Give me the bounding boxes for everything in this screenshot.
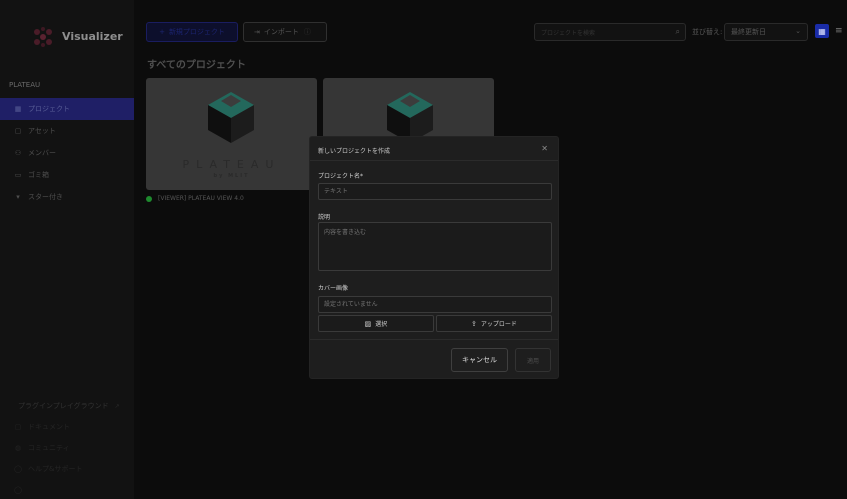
document-icon: ▢: [14, 422, 22, 431]
description-label: 説明: [318, 214, 331, 221]
logo-icon: [34, 27, 52, 47]
plus-icon: +: [159, 28, 165, 36]
sidebar-item-label: アセット: [28, 127, 56, 135]
sort-value: 最終更新日: [731, 28, 766, 36]
sidebar-item-assets[interactable]: ▢ アセット: [0, 120, 134, 142]
sidebar-nav: ▦ プロジェクト ▢ アセット ⚇ メンバー ▭ ゴミ箱 ▾ スター付き: [0, 98, 134, 208]
plugin-playground-label: プラグインプレイグラウンド: [18, 402, 109, 410]
sidebar-item-help[interactable]: ◯ ヘルプ&サポート: [0, 458, 134, 479]
file-icon: ▢: [14, 127, 22, 135]
sidebar-item-projects[interactable]: ▦ プロジェクト: [0, 98, 134, 120]
upload-icon: ⇪: [471, 319, 477, 328]
sidebar-item-label: ドキュメント: [28, 422, 70, 431]
dialog-divider: [310, 339, 558, 340]
community-icon: ◍: [14, 443, 22, 452]
sidebar: Visualizer PLATEAU ▦ プロジェクト ▢ アセット ⚇ メンバ…: [0, 0, 134, 499]
select-label: 選択: [375, 321, 388, 328]
sort-label: 並び替え:: [692, 28, 723, 36]
grid-icon: ▦: [14, 105, 22, 113]
chevron-down-icon: ▾: [16, 193, 20, 201]
plugin-playground-link[interactable]: プラグインプレイグラウンド ↗: [0, 396, 134, 416]
required-mark: *: [360, 173, 364, 180]
list-icon: ≡: [835, 26, 843, 36]
search-input[interactable]: プロジェクトを検索 ⌕: [534, 23, 686, 41]
plateau-logo-icon: [208, 92, 254, 143]
import-button[interactable]: ⇥ インポート ⓘ: [243, 22, 327, 42]
list-view-toggle[interactable]: ≡: [835, 24, 847, 38]
sidebar-item-label: プロジェクト: [28, 105, 70, 113]
sidebar-item-documents[interactable]: ▢ ドキュメント: [0, 416, 134, 437]
new-project-label: 新規プロジェクト: [168, 28, 225, 36]
dialog-title: 新しいプロジェクトを作成: [318, 148, 391, 155]
app-root: Visualizer PLATEAU ▦ プロジェクト ▢ アセット ⚇ メンバ…: [0, 0, 847, 499]
status-dot: [146, 195, 152, 202]
external-link-icon: ↗: [114, 402, 120, 410]
sidebar-item-label: メンバー: [28, 149, 56, 157]
sidebar-item-members[interactable]: ⚇ メンバー: [0, 142, 134, 164]
import-icon: ⇥: [254, 28, 260, 36]
help-icon: ◯: [14, 464, 22, 473]
sidebar-item-label: ヘルプ&サポート: [28, 464, 83, 473]
sidebar-item-terms[interactable]: ◯: [0, 479, 134, 499]
image-icon: ▨: [364, 319, 372, 328]
sidebar-footer: プラグインプレイグラウンド ↗ ▢ ドキュメント ◍ コミュニティ ◯ ヘルプ&…: [0, 396, 134, 499]
project-logo-subtext: by MLIT: [213, 173, 250, 179]
project-card[interactable]: PLATEAU by MLIT: [146, 78, 317, 190]
import-label: インポート: [263, 28, 299, 36]
trash-icon: ▭: [14, 171, 22, 179]
apply-button[interactable]: 適用: [515, 348, 551, 372]
select-image-button[interactable]: ▨ 選択: [318, 315, 434, 332]
sidebar-item-label: コミュニティ: [28, 443, 70, 452]
project-name[interactable]: [VIEWER] PLATEAU VIEW 4.0: [146, 195, 244, 202]
workspace-name: PLATEAU: [9, 81, 41, 89]
new-project-button[interactable]: + 新規プロジェクト: [146, 22, 238, 42]
project-logo-text: PLATEAU: [182, 158, 281, 171]
upload-button[interactable]: ⇪ アップロード: [436, 315, 552, 332]
chevron-down-icon: ⌄: [795, 27, 801, 35]
page-title: すべてのプロジェクト: [147, 60, 246, 71]
search-placeholder: プロジェクトを検索: [541, 29, 596, 37]
cover-image-input[interactable]: [318, 296, 552, 313]
project-name-label: [VIEWER] PLATEAU VIEW 4.0: [158, 195, 244, 202]
logo[interactable]: Visualizer: [0, 8, 134, 58]
cancel-button[interactable]: キャンセル: [451, 348, 508, 372]
close-icon[interactable]: ✕: [541, 144, 548, 153]
sidebar-item-community[interactable]: ◍ コミュニティ: [0, 437, 134, 458]
search-icon[interactable]: ⌕: [676, 27, 680, 37]
dialog-header: 新しいプロジェクトを作成 ✕: [310, 137, 558, 161]
sidebar-item-label: ゴミ箱: [28, 171, 49, 179]
sidebar-item-trash[interactable]: ▭ ゴミ箱: [0, 164, 134, 186]
grid-view-toggle[interactable]: ▦: [815, 24, 829, 38]
app-name: Visualizer: [62, 30, 123, 43]
create-project-dialog: 新しいプロジェクトを作成 ✕ プロジェクト名* 説明 カバー画像 ▨ 選択 ⇪ …: [309, 136, 559, 379]
info-icon: ⓘ: [303, 28, 311, 36]
project-name-field-label: プロジェクト名*: [318, 171, 363, 180]
project-name-label-text: プロジェクト名: [318, 173, 361, 180]
sort-select[interactable]: 最終更新日 ⌄: [724, 23, 808, 41]
sidebar-item-label: スター付き: [28, 193, 63, 201]
plateau-logo-icon: [387, 92, 433, 143]
project-name-input[interactable]: [318, 183, 552, 200]
description-textarea[interactable]: [318, 222, 552, 271]
user-icon: ⚇: [14, 149, 22, 157]
terms-icon: ◯: [14, 485, 22, 494]
grid-icon: ▦: [818, 26, 826, 36]
cover-image-label: カバー画像: [318, 285, 349, 292]
sidebar-item-starred[interactable]: ▾ スター付き: [0, 186, 134, 208]
upload-label: アップロード: [480, 321, 517, 328]
